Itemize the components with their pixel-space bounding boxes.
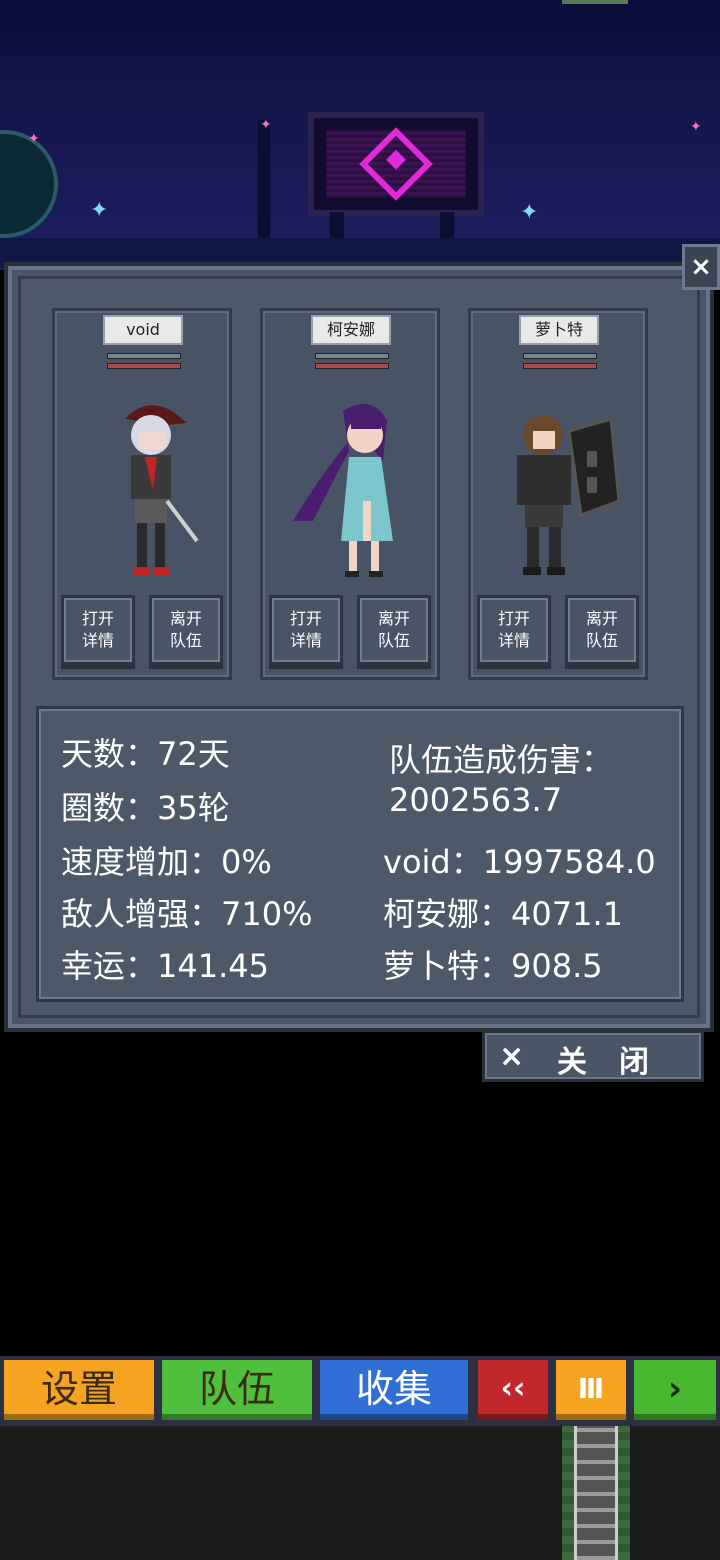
open-details-button[interactable]: 打开 详情 (269, 595, 343, 665)
background-scene: ✦ ✦ ✦ ✦ ✦ (0, 0, 720, 270)
health-bars (523, 353, 597, 373)
play-icon[interactable]: › (634, 1360, 716, 1420)
member-name: 萝卜特 (519, 315, 599, 345)
team-button[interactable]: 队伍 (162, 1360, 312, 1420)
rewind-icon[interactable]: ‹‹ (478, 1360, 548, 1420)
damage-kena: 柯安娜：4071.1 (383, 895, 623, 933)
star-icon: ✦ (260, 117, 272, 133)
open-details-button[interactable]: 打开 详情 (61, 595, 135, 665)
stat-days: 天数：72天 (61, 735, 230, 773)
pole-decoration (258, 120, 270, 250)
close-button[interactable]: × 关闭 (482, 1030, 704, 1082)
railway-track (562, 1426, 630, 1560)
member-name: void (103, 315, 183, 345)
close-button-label: 关闭 (557, 1045, 681, 1080)
member-card-luobote: 萝卜特 打开 详情 离开 队伍 (468, 308, 648, 680)
member-name: 柯安娜 (311, 315, 391, 345)
leave-party-button[interactable]: 离开 队伍 (149, 595, 223, 665)
team-damage-value: 2002563.7 (389, 781, 563, 819)
star-icon: ✦ (28, 131, 40, 147)
bottom-toolbar: 设置 队伍 收集 ‹‹ Ⅲ › (0, 1356, 720, 1426)
stat-speed-bonus: 速度增加：0% (61, 843, 272, 881)
damage-void: void：1997584.0 (383, 843, 656, 881)
open-details-button[interactable]: 打开 详情 (477, 595, 551, 665)
member-card-kena: 柯安娜 打开 详情 离开 队伍 (260, 308, 440, 680)
health-bars (315, 353, 389, 373)
pause-icon[interactable]: Ⅲ (556, 1360, 626, 1420)
character-void-sprite (125, 405, 199, 575)
health-bars (107, 353, 181, 373)
star-icon: ✦ (90, 198, 109, 223)
stat-luck: 幸运：141.45 (61, 947, 269, 985)
stats-panel: 天数：72天 圈数：35轮 速度增加：0% 敌人增强：710% 幸运：141.4… (36, 706, 684, 1002)
close-icon: × (499, 1039, 525, 1074)
team-damage-label: 队伍造成伤害： (389, 741, 614, 779)
collection-button[interactable]: 收集 (320, 1360, 468, 1420)
billboard (308, 112, 484, 216)
star-icon: ✦ (690, 119, 702, 135)
stat-enemy-boost: 敌人增强：710% (61, 895, 313, 933)
star-icon: ✦ (520, 200, 539, 225)
character-luobote-sprite (517, 415, 621, 575)
close-icon[interactable]: × (682, 244, 720, 290)
leave-party-button[interactable]: 离开 队伍 (565, 595, 639, 665)
damage-luobote: 萝卜特：908.5 (383, 947, 603, 985)
settings-button[interactable]: 设置 (4, 1360, 154, 1420)
character-kena-sprite (293, 403, 393, 577)
member-card-void: void 打开 详情 离开 队伍 (52, 308, 232, 680)
leave-party-button[interactable]: 离开 队伍 (357, 595, 431, 665)
stat-rounds: 圈数：35轮 (61, 789, 230, 827)
